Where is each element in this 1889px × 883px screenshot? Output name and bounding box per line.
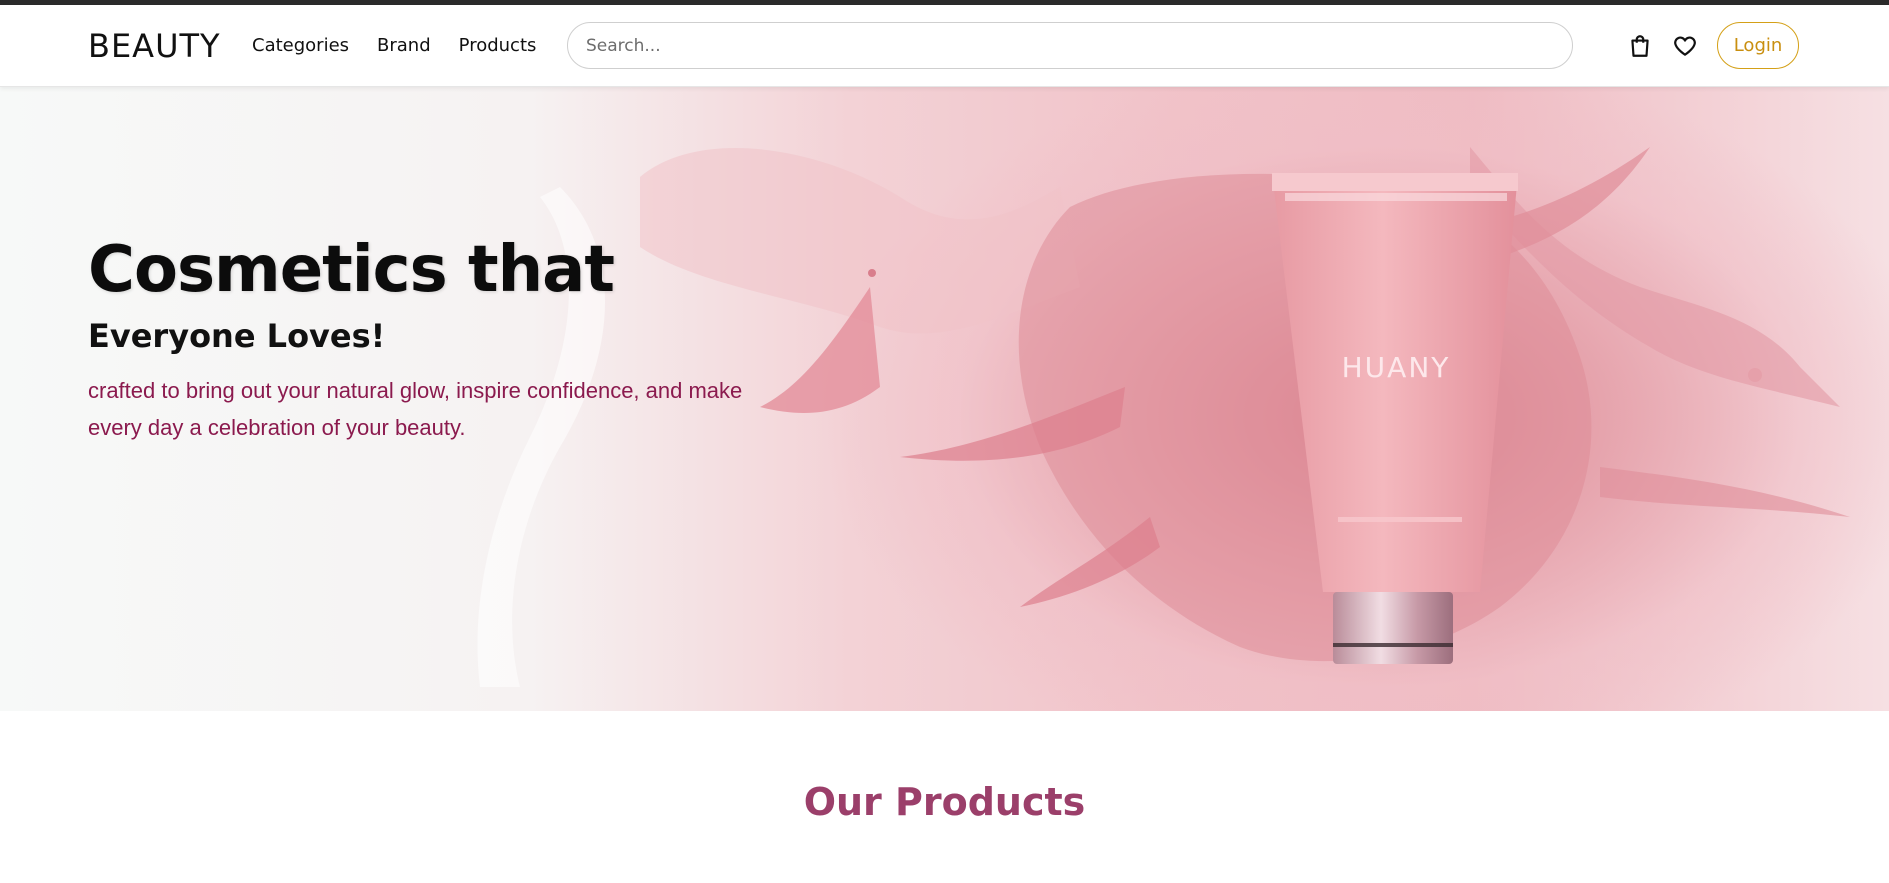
nav-link-products[interactable]: Products: [459, 35, 537, 56]
shopping-bag-icon[interactable]: [1627, 33, 1653, 59]
hero-description: crafted to bring out your natural glow, …: [88, 378, 743, 440]
main-nav: Categories Brand Products: [252, 35, 536, 56]
login-button[interactable]: Login: [1717, 22, 1799, 69]
navbar: BEAUTY Categories Brand Products Login: [0, 5, 1889, 87]
nav-link-brand[interactable]: Brand: [377, 35, 431, 56]
hero-banner: HUANY Cosmetics that Everyone Loves! cra…: [0, 87, 1889, 711]
section-title-our-products: Our Products: [803, 780, 1086, 824]
nav-link-categories[interactable]: Categories: [252, 35, 349, 56]
search-input[interactable]: [567, 22, 1573, 69]
tube-brand-label: HUANY: [1342, 351, 1451, 384]
hero-title: Cosmetics that: [88, 233, 615, 307]
hero-subtitle: Everyone Loves!: [88, 317, 386, 355]
heart-icon[interactable]: [1672, 33, 1698, 59]
brand-logo[interactable]: BEAUTY: [88, 27, 221, 65]
